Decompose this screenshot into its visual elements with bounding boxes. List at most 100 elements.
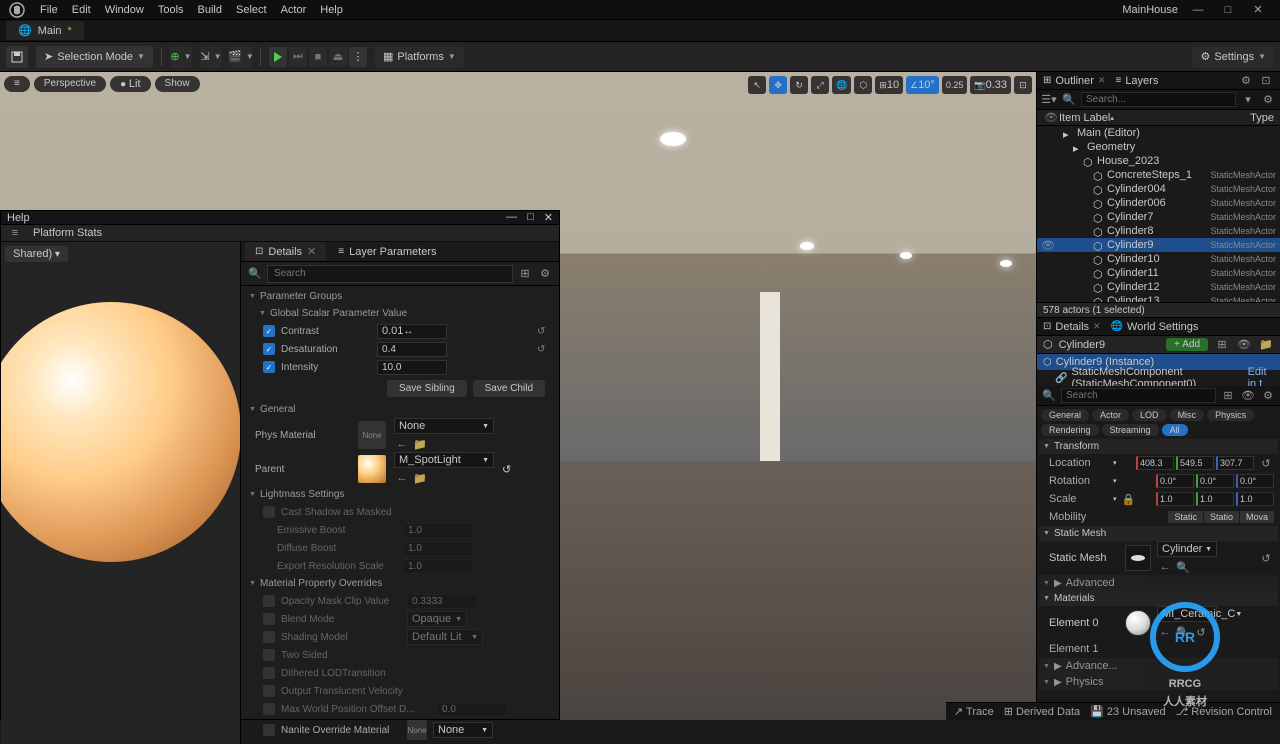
outliner-item[interactable]: ⬡Cylinder7StaticMeshActor: [1037, 210, 1280, 224]
outliner-item[interactable]: ⬡Cylinder13StaticMeshActor: [1037, 294, 1280, 302]
parent-combo[interactable]: M_SpotLight▼: [394, 452, 494, 468]
rotation-z[interactable]: 0.0°: [1236, 474, 1274, 488]
cat-material-overrides[interactable]: Material Property Overrides: [245, 575, 555, 592]
blend-mode-checkbox[interactable]: [263, 613, 275, 625]
filter-chip-all[interactable]: All: [1162, 424, 1188, 436]
coord-space-icon[interactable]: 🌐: [832, 76, 851, 94]
filter-chip-actor[interactable]: Actor: [1092, 409, 1129, 421]
outliner-item[interactable]: ▸Main (Editor): [1037, 126, 1280, 140]
eject-button[interactable]: ⏏: [329, 47, 347, 67]
contrast-value[interactable]: 0.01 ↔: [377, 324, 447, 339]
viewport-menu-button[interactable]: ≡: [4, 76, 30, 92]
show-dropdown[interactable]: Show: [155, 76, 200, 92]
scale-tool-icon[interactable]: ⤢: [811, 76, 829, 94]
location-z[interactable]: 307.7: [1216, 456, 1254, 470]
col-type[interactable]: Type: [1250, 112, 1274, 124]
float-details-body[interactable]: Parameter Groups Global Scalar Parameter…: [241, 286, 559, 744]
window-close-icon[interactable]: ✕: [1248, 3, 1268, 17]
tab-outliner[interactable]: ⊞ Outliner ✕: [1043, 75, 1105, 87]
menu-build[interactable]: Build: [198, 4, 222, 16]
play-button[interactable]: [269, 47, 287, 67]
settings-icon[interactable]: ⚙: [1260, 92, 1276, 108]
dock-icon[interactable]: ⊡: [1258, 73, 1274, 89]
cast-shadow-checkbox[interactable]: [263, 506, 275, 518]
outliner-item[interactable]: ⬡Cylinder8StaticMeshActor: [1037, 224, 1280, 238]
tab-layer-parameters[interactable]: ≡ Layer Parameters: [328, 243, 446, 261]
add-content-button[interactable]: ⊕▼: [170, 46, 192, 68]
intensity-value[interactable]: 10.0: [377, 360, 447, 375]
use-selected-icon[interactable]: ←: [394, 436, 410, 452]
component-static-mesh[interactable]: 🔗 StaticMeshComponent (StaticMeshCompone…: [1037, 370, 1280, 386]
float-titlebar[interactable]: Help — □ ✕: [1, 211, 559, 224]
cat-global-scalar[interactable]: Global Scalar Parameter Value: [245, 305, 555, 322]
eye-icon[interactable]: 👁: [1240, 388, 1256, 404]
browse-asset-icon[interactable]: 🔍: [1175, 559, 1191, 575]
intensity-checkbox[interactable]: ✓: [263, 361, 275, 373]
browse-icon[interactable]: 📁: [412, 436, 428, 452]
tab-layers[interactable]: ≡ Layers: [1115, 75, 1158, 87]
mobility-static[interactable]: Static: [1168, 511, 1203, 523]
save-button[interactable]: [6, 46, 28, 68]
save-sibling-button[interactable]: Save Sibling: [387, 380, 467, 397]
menu-actor[interactable]: Actor: [281, 4, 307, 16]
outliner-item[interactable]: ⬡ConcreteSteps_1StaticMeshActor: [1037, 168, 1280, 182]
cat-advanced[interactable]: ▶ Advanced: [1039, 575, 1278, 591]
play-options-button[interactable]: ⋮: [349, 47, 367, 67]
mesh-asset-combo[interactable]: Cylinder▼: [1157, 541, 1217, 557]
outliner-item[interactable]: 👁⬡Cylinder9StaticMeshActor: [1037, 238, 1280, 252]
gear-icon[interactable]: ⚙: [1260, 388, 1276, 404]
scale-y[interactable]: 1.0: [1196, 492, 1234, 506]
desaturation-value[interactable]: 0.4: [377, 342, 447, 357]
max-world-checkbox[interactable]: [263, 703, 275, 715]
tab-details-float[interactable]: ⊡ Details ✕: [245, 242, 326, 261]
tab-world-settings[interactable]: 🌐 World Settings: [1111, 321, 1199, 333]
nanite-thumbnail[interactable]: None: [407, 720, 427, 740]
skip-button[interactable]: ⏭: [289, 47, 307, 67]
outliner-item[interactable]: ⬡Cylinder006StaticMeshActor: [1037, 196, 1280, 210]
component-tree[interactable]: ⬡ Cylinder9 (Instance) 🔗 StaticMeshCompo…: [1037, 354, 1280, 386]
outliner-item[interactable]: ⬡Cylinder10StaticMeshActor: [1037, 252, 1280, 266]
outliner-item[interactable]: ⬡Cylinder12StaticMeshActor: [1037, 280, 1280, 294]
cat-static-mesh[interactable]: Static Mesh: [1039, 526, 1278, 541]
cat-general[interactable]: General: [245, 401, 555, 418]
locate-icon[interactable]: 📁: [1258, 337, 1274, 353]
eye-icon[interactable]: 👁: [1043, 110, 1059, 126]
cat-parameter-groups[interactable]: Parameter Groups: [245, 288, 555, 305]
window-minimize-icon[interactable]: —: [506, 211, 517, 224]
outliner-search-input[interactable]: [1081, 92, 1236, 107]
reset-location-icon[interactable]: ↺: [1258, 455, 1274, 471]
two-sided-checkbox[interactable]: [263, 649, 275, 661]
cat-lightmass[interactable]: Lightmass Settings: [245, 486, 555, 503]
derived-data-button[interactable]: ⊞ Derived Data: [1004, 705, 1080, 718]
material-thumbnail[interactable]: [1125, 610, 1151, 636]
tab-details[interactable]: ⊡ Details ✕: [1043, 321, 1101, 333]
rotate-tool-icon[interactable]: ↻: [790, 76, 808, 94]
location-y[interactable]: 549.5: [1176, 456, 1214, 470]
save-child-button[interactable]: Save Child: [473, 380, 545, 397]
blueprint-icon[interactable]: ⊞: [1214, 337, 1230, 353]
browse-icon[interactable]: 👁: [1236, 337, 1252, 353]
window-maximize-icon[interactable]: □: [527, 211, 534, 224]
contrast-checkbox[interactable]: ✓: [263, 325, 275, 337]
scale-x[interactable]: 1.0: [1156, 492, 1194, 506]
filter-chip-lod[interactable]: LOD: [1132, 409, 1167, 421]
lock-icon[interactable]: 🔒: [1121, 491, 1137, 507]
menu-file[interactable]: File: [40, 4, 58, 16]
reset-mesh-icon[interactable]: ↺: [1258, 550, 1274, 566]
reset-icon[interactable]: ↺: [537, 326, 551, 337]
chevron-down-icon[interactable]: ▾: [1240, 92, 1256, 108]
menu-tools[interactable]: Tools: [158, 4, 184, 16]
translate-tool-icon[interactable]: ✥: [769, 76, 787, 94]
float-search-input[interactable]: [267, 265, 513, 283]
phys-thumbnail[interactable]: None: [358, 421, 386, 449]
trace-button[interactable]: ↗ Trace: [954, 705, 994, 718]
menu-help[interactable]: Help: [320, 4, 343, 16]
level-tab[interactable]: 🌐 Main *: [6, 21, 84, 40]
outliner-item[interactable]: ⬡Cylinder11StaticMeshActor: [1037, 266, 1280, 280]
browse-icon[interactable]: 📁: [412, 470, 428, 486]
mesh-thumbnail[interactable]: [1125, 545, 1151, 571]
filter-chip-rendering[interactable]: Rendering: [1041, 424, 1099, 436]
cinematics-button[interactable]: 🎬▼: [230, 46, 252, 68]
perspective-dropdown[interactable]: Perspective: [34, 76, 106, 92]
outliner-item[interactable]: ▸Geometry: [1037, 140, 1280, 154]
